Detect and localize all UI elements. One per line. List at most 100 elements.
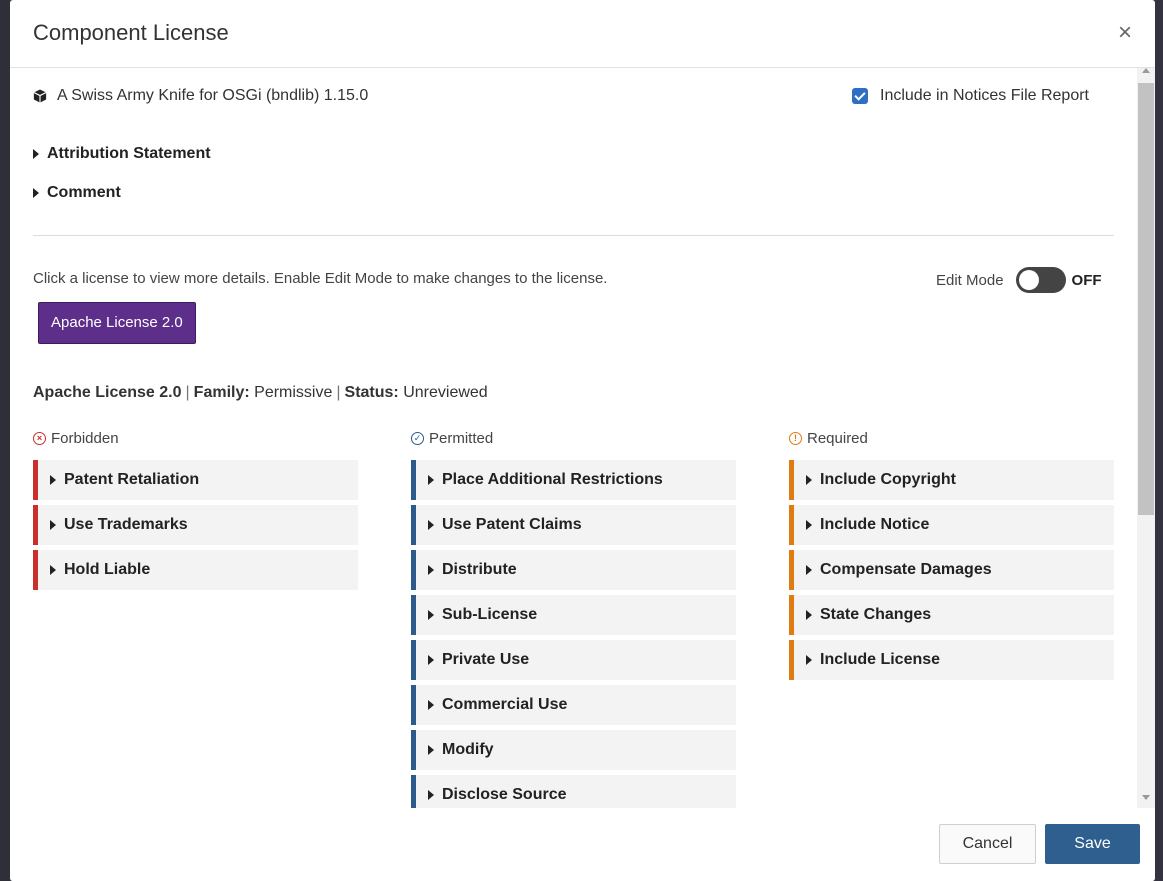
- switch-knob: [1018, 270, 1039, 290]
- permitted-list: Place Additional Restrictions Use Patent …: [411, 460, 736, 808]
- caret-right-icon: [50, 565, 56, 575]
- notices-option: Include in Notices File Report: [852, 87, 1089, 105]
- caret-right-icon: [428, 565, 434, 575]
- caret-right-icon: [428, 745, 434, 755]
- comment-label: Comment: [47, 184, 121, 201]
- caret-right-icon: [428, 655, 434, 665]
- include-notices-label[interactable]: Include in Notices File Report: [880, 87, 1089, 105]
- obligation-item[interactable]: Compensate Damages: [789, 550, 1114, 590]
- status-label: Status:: [344, 384, 399, 401]
- modal-body: A Swiss Army Knife for OSGi (bndlib) 1.1…: [10, 68, 1137, 808]
- obligation-item[interactable]: Disclose Source: [411, 775, 736, 808]
- close-icon[interactable]: ×: [1114, 21, 1136, 45]
- component-name: A Swiss Army Knife for OSGi (bndlib) 1.1…: [57, 87, 369, 104]
- obligation-item[interactable]: Private Use: [411, 640, 736, 680]
- attribution-statement-toggle[interactable]: Attribution Statement: [33, 145, 211, 163]
- exclamation-circle-icon: !: [789, 431, 802, 445]
- caret-right-icon: [50, 520, 56, 530]
- attribution-statement-label: Attribution Statement: [47, 145, 211, 162]
- obligation-label: Patent Retaliation: [64, 471, 200, 488]
- caret-right-icon: [806, 475, 812, 485]
- obligation-label: Use Trademarks: [64, 516, 188, 533]
- modal-footer: Cancel Save: [10, 808, 1155, 881]
- status-value: Unreviewed: [403, 384, 488, 401]
- backdrop-right: [1155, 0, 1163, 881]
- family-label: Family:: [193, 384, 250, 401]
- forbidden-column: × Forbidden Patent Retaliation Use Tradem…: [33, 429, 358, 595]
- backdrop-left: [0, 0, 10, 881]
- apache-license-button[interactable]: Apache License 2.0: [38, 302, 196, 344]
- caret-right-icon: [428, 475, 434, 485]
- required-column: ! Required Include Copyright Include Noti…: [789, 429, 1114, 685]
- check-circle-icon: ✓: [411, 431, 424, 445]
- scroll-up-arrow-icon[interactable]: [1142, 68, 1150, 73]
- scrollbar[interactable]: [1137, 68, 1155, 808]
- caret-right-icon: [33, 149, 39, 159]
- family-value: Permissive: [254, 384, 333, 401]
- forbidden-title: Forbidden: [51, 429, 119, 447]
- caret-right-icon: [806, 520, 812, 530]
- caret-right-icon: [33, 188, 39, 198]
- caret-right-icon: [806, 565, 812, 575]
- scrollbar-thumb[interactable]: [1138, 83, 1154, 515]
- edit-mode-control: Edit Mode OFF: [936, 267, 1102, 293]
- obligation-item[interactable]: Hold Liable: [33, 550, 358, 590]
- obligation-item[interactable]: Use Trademarks: [33, 505, 358, 545]
- obligation-item[interactable]: Use Patent Claims: [411, 505, 736, 545]
- obligation-item[interactable]: Include Copyright: [789, 460, 1114, 500]
- obligation-item[interactable]: Include Notice: [789, 505, 1114, 545]
- obligation-label: Modify: [442, 741, 494, 758]
- include-notices-checkbox[interactable]: [852, 88, 868, 104]
- obligation-item[interactable]: Distribute: [411, 550, 736, 590]
- caret-right-icon: [428, 790, 434, 800]
- obligation-label: Sub-License: [442, 606, 538, 623]
- separator: |: [336, 384, 341, 401]
- caret-right-icon: [50, 475, 56, 485]
- edit-mode-label: Edit Mode: [936, 271, 1004, 289]
- obligation-item[interactable]: Modify: [411, 730, 736, 770]
- license-info-name: Apache License 2.0: [33, 384, 182, 401]
- obligation-label: Include License: [820, 651, 941, 668]
- obligation-label: Commercial Use: [442, 696, 568, 713]
- obligation-label: Disclose Source: [442, 786, 567, 803]
- obligation-label: Compensate Damages: [820, 561, 992, 578]
- component-license-modal: Component License × A Swiss Army Knife f…: [10, 0, 1155, 881]
- scroll-down-arrow-icon[interactable]: [1142, 795, 1150, 800]
- required-heading: ! Required: [789, 429, 1114, 447]
- caret-right-icon: [428, 520, 434, 530]
- forbidden-heading: × Forbidden: [33, 429, 358, 447]
- divider: [33, 235, 1114, 236]
- license-info: Apache License 2.0 | Family: Permissive | St…: [33, 384, 488, 402]
- cancel-button[interactable]: Cancel: [939, 824, 1036, 864]
- obligation-item[interactable]: Include License: [789, 640, 1114, 680]
- obligation-item[interactable]: Commercial Use: [411, 685, 736, 725]
- required-title: Required: [807, 429, 868, 447]
- obligation-item[interactable]: Patent Retaliation: [33, 460, 358, 500]
- edit-mode-state: OFF: [1071, 271, 1102, 289]
- obligation-label: Private Use: [442, 651, 530, 668]
- obligation-label: Distribute: [442, 561, 517, 578]
- forbidden-list: Patent Retaliation Use Trademarks Hold Lia…: [33, 460, 358, 590]
- cube-icon: [33, 89, 47, 103]
- save-button[interactable]: Save: [1045, 824, 1140, 864]
- permitted-column: ✓ Permitted Place Additional Restriction…: [411, 429, 736, 808]
- obligation-item[interactable]: Sub-License: [411, 595, 736, 635]
- required-list: Include Copyright Include Notice Compensat…: [789, 460, 1114, 680]
- obligation-label: Use Patent Claims: [442, 516, 582, 533]
- comment-toggle[interactable]: Comment: [33, 184, 121, 202]
- modal-header: Component License ×: [10, 0, 1155, 68]
- license-hint: Click a license to view more details. En…: [33, 270, 608, 287]
- obligation-label: Include Copyright: [820, 471, 956, 488]
- caret-right-icon: [428, 610, 434, 620]
- obligation-label: Place Additional Restrictions: [442, 471, 663, 488]
- obligation-item[interactable]: Place Additional Restrictions: [411, 460, 736, 500]
- caret-right-icon: [428, 700, 434, 710]
- obligation-item[interactable]: State Changes: [789, 595, 1114, 635]
- obligation-label: State Changes: [820, 606, 932, 623]
- x-circle-icon: ×: [33, 431, 46, 445]
- edit-mode-switch[interactable]: [1015, 267, 1066, 293]
- caret-right-icon: [806, 610, 812, 620]
- caret-right-icon: [806, 655, 812, 665]
- modal-title: Component License: [33, 20, 229, 45]
- obligation-label: Include Notice: [820, 516, 930, 533]
